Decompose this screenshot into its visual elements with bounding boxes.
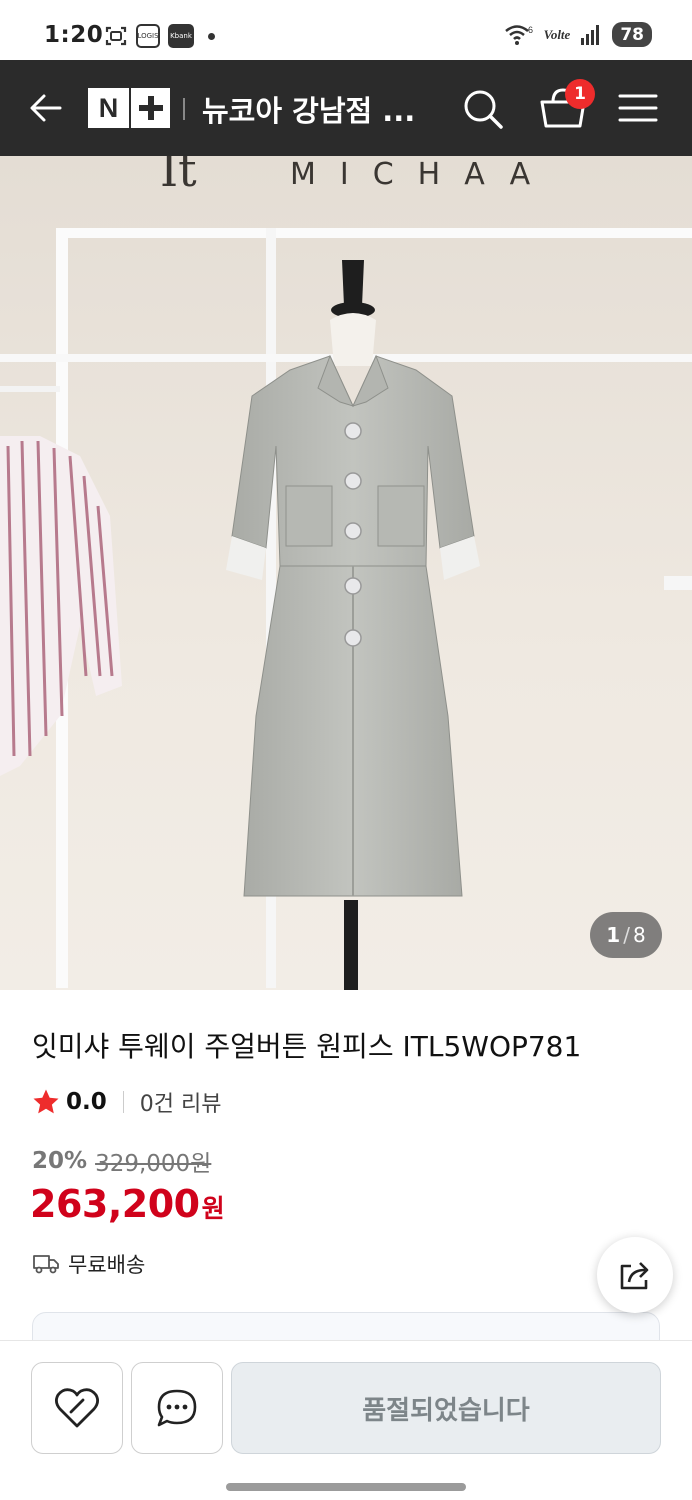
app-header: N 뉴코아 강남점 ... 1 bbox=[0, 60, 692, 156]
heart-link-icon bbox=[55, 1388, 99, 1428]
bottom-action-bar: 품절되었습니다 bbox=[0, 1340, 692, 1500]
wifi-icon: 6 bbox=[504, 25, 533, 45]
share-icon bbox=[620, 1262, 649, 1290]
hamburger-menu-icon bbox=[618, 94, 658, 122]
product-image[interactable]: It MICHAA bbox=[0, 156, 692, 990]
chat-button[interactable] bbox=[131, 1362, 223, 1454]
plus-icon bbox=[130, 88, 170, 128]
currency-label: 원 bbox=[201, 1194, 225, 1223]
screenshot-icon bbox=[105, 26, 127, 46]
discount-row: 20% 329,000원 bbox=[32, 1144, 211, 1178]
status-time: 1:20 bbox=[44, 22, 104, 48]
image-separator: / bbox=[623, 923, 630, 947]
wishlist-button[interactable] bbox=[31, 1362, 123, 1454]
share-button[interactable] bbox=[597, 1237, 673, 1313]
arrow-left-icon bbox=[30, 94, 62, 122]
svg-text:MICHAA: MICHAA bbox=[290, 157, 554, 192]
back-button[interactable] bbox=[24, 86, 68, 130]
kbank-icon: Kbank bbox=[168, 24, 194, 48]
n-plus-logo[interactable]: N bbox=[88, 88, 170, 128]
review-count[interactable]: 0건 리뷰 bbox=[140, 1086, 222, 1118]
shipping-info: 무료배송 bbox=[32, 1248, 145, 1280]
status-notification-icons: LOGIS Kbank bbox=[104, 24, 215, 48]
sale-price-row: 263,200 원 bbox=[30, 1182, 225, 1232]
search-button[interactable] bbox=[460, 86, 506, 132]
network-label: 6 bbox=[528, 25, 533, 35]
sale-price: 263,200 bbox=[30, 1182, 200, 1226]
star-icon bbox=[33, 1089, 59, 1114]
menu-button[interactable] bbox=[616, 90, 660, 126]
status-system-icons: 6 Volte 78 bbox=[504, 22, 652, 47]
store-title[interactable]: 뉴코아 강남점 ... bbox=[202, 88, 432, 130]
search-icon bbox=[464, 90, 503, 129]
original-price: 329,000원 bbox=[95, 1151, 212, 1177]
image-index: 1 bbox=[606, 923, 621, 947]
logo-letter: N bbox=[88, 88, 129, 128]
rating-value: 0.0 bbox=[66, 1089, 107, 1115]
sold-out-button[interactable]: 품절되었습니다 bbox=[231, 1362, 661, 1454]
image-total: 8 bbox=[632, 923, 646, 947]
logis-icon: LOGIS bbox=[136, 24, 160, 48]
header-divider bbox=[183, 98, 185, 120]
chat-bubble-icon bbox=[157, 1389, 197, 1427]
volte-label: Volte bbox=[543, 26, 571, 42]
rating-divider bbox=[122, 1091, 124, 1113]
notification-dot bbox=[208, 32, 215, 40]
shipping-label: 무료배송 bbox=[68, 1253, 146, 1277]
cart-count-badge: 1 bbox=[565, 79, 595, 109]
product-photo: It MICHAA bbox=[0, 156, 692, 990]
status-bar: 1:20 LOGIS Kbank 6 Volte 78 bbox=[0, 0, 692, 60]
battery-indicator: 78 bbox=[612, 22, 652, 47]
product-name: 잇미샤 투웨이 주얼버튼 원피스 ITL5WOP781 bbox=[32, 1030, 582, 1063]
svg-text:It: It bbox=[160, 156, 197, 197]
discount-rate: 20% bbox=[32, 1148, 88, 1174]
truck-icon bbox=[33, 1255, 59, 1274]
home-indicator[interactable] bbox=[226, 1483, 466, 1491]
signal-icon bbox=[581, 24, 600, 45]
image-counter: 1/8 bbox=[590, 912, 662, 958]
rating-row[interactable]: 0.0 0건 리뷰 bbox=[32, 1086, 221, 1118]
